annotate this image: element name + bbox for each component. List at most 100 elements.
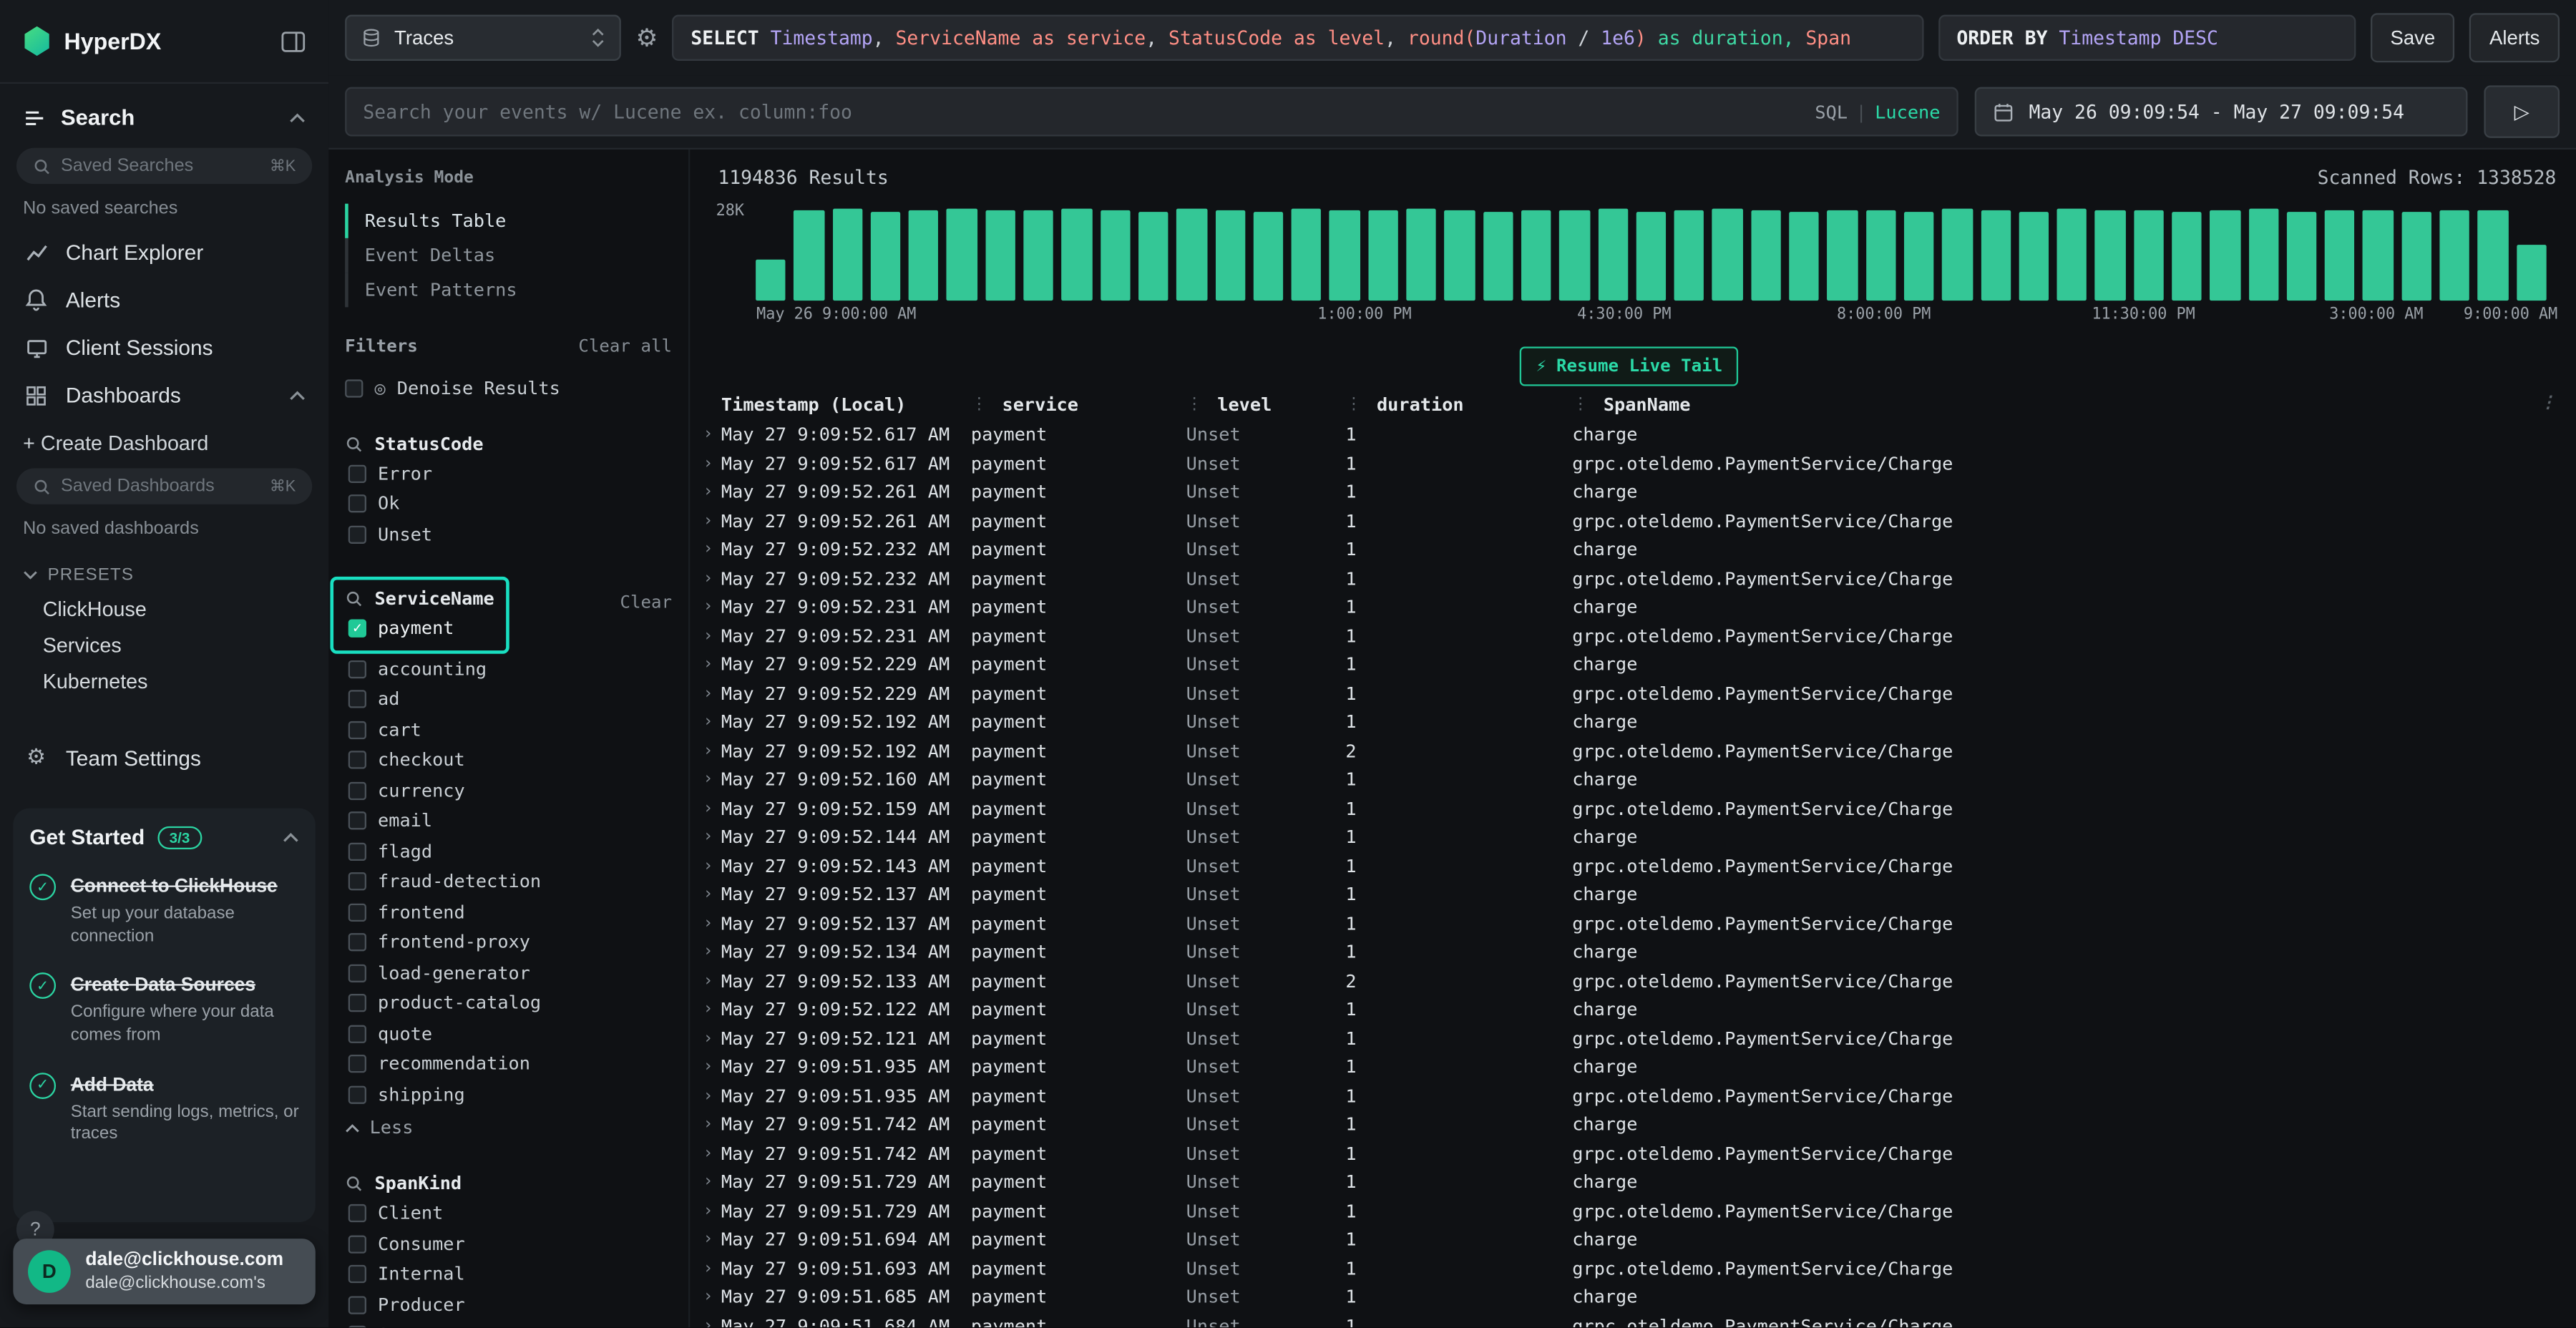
row-expand-icon[interactable]: › [698, 1001, 721, 1019]
histogram-bar[interactable] [2401, 212, 2431, 301]
run-query-button[interactable]: ▷ [2484, 85, 2560, 137]
histogram-bar[interactable] [2363, 210, 2394, 301]
column-header-level[interactable]: ⋮level [1186, 394, 1346, 416]
create-dashboard-button[interactable]: + Create Dashboard [0, 419, 328, 462]
histogram-bar[interactable] [1751, 211, 1781, 301]
row-expand-icon[interactable]: › [698, 598, 721, 616]
table-row[interactable]: ›May 27 9:09:52.143 AMpaymentUnset1grpc.… [698, 851, 2560, 880]
row-expand-icon[interactable]: › [698, 627, 721, 645]
histogram-bar[interactable] [756, 260, 786, 301]
table-row[interactable]: ›May 27 9:09:51.693 AMpaymentUnset1grpc.… [698, 1254, 2560, 1283]
preset-item-kubernetes[interactable]: Kubernetes [0, 664, 328, 700]
table-row[interactable]: ›May 27 9:09:51.729 AMpaymentUnset1grpc.… [698, 1197, 2560, 1226]
table-row[interactable]: ›May 27 9:09:52.231 AMpaymentUnset1grpc.… [698, 622, 2560, 650]
column-header-spanname[interactable]: ⋮SpanName [1572, 394, 2560, 416]
analysis-mode-event-deltas[interactable]: Event Deltas [345, 238, 672, 273]
histogram-bar[interactable] [1445, 210, 1475, 301]
filter-checkbox-item-Producer[interactable]: Producer [345, 1289, 672, 1319]
saved-dashboards-input[interactable]: Saved Dashboards ⌘K [16, 468, 312, 504]
histogram-bar[interactable] [1559, 210, 1589, 301]
histogram-bar[interactable] [2210, 210, 2240, 301]
histogram-bar[interactable] [2287, 211, 2317, 301]
source-select[interactable]: Traces [345, 15, 621, 61]
row-expand-icon[interactable]: › [698, 713, 721, 731]
clear-all-filters-button[interactable]: Clear all [578, 337, 672, 357]
row-expand-icon[interactable]: › [698, 886, 721, 904]
filter-checkbox-item-frontend-proxy[interactable]: frontend-proxy [345, 927, 672, 957]
histogram-bar[interactable] [2057, 210, 2087, 301]
table-row[interactable]: ›May 27 9:09:52.261 AMpaymentUnset1charg… [698, 478, 2560, 507]
filter-checkbox-item-payment[interactable]: ✓payment [345, 614, 494, 644]
table-row[interactable]: ›May 27 9:09:52.134 AMpaymentUnset1charg… [698, 938, 2560, 967]
saved-searches-input[interactable]: Saved Searches ⌘K [16, 148, 312, 185]
row-expand-icon[interactable]: › [698, 1317, 721, 1327]
chevron-up-icon[interactable] [289, 390, 306, 400]
histogram-bar[interactable] [1828, 210, 1858, 301]
filter-checkbox-item-Error[interactable]: Error [345, 459, 672, 489]
event-search-input[interactable]: Search your events w/ Lucene ex. column:… [345, 87, 1958, 137]
filter-checkbox-item-ad[interactable]: ad [345, 684, 672, 714]
histogram-bar[interactable] [1789, 212, 1819, 301]
preset-item-services[interactable]: Services [0, 628, 328, 664]
filter-checkbox-item-Server[interactable]: Server [345, 1320, 672, 1327]
histogram-bar[interactable] [871, 211, 901, 301]
column-header-duration[interactable]: ⋮duration [1345, 394, 1572, 416]
row-expand-icon[interactable]: › [698, 914, 721, 932]
analysis-mode-results-table[interactable]: Results Table [345, 204, 672, 238]
table-row[interactable]: ›May 27 9:09:51.684 AMpaymentUnset1grpc.… [698, 1312, 2560, 1327]
filter-checkbox-item-Ok[interactable]: Ok [345, 489, 672, 519]
row-expand-icon[interactable]: › [698, 426, 721, 444]
table-row[interactable]: ›May 27 9:09:52.192 AMpaymentUnset1charg… [698, 708, 2560, 737]
row-expand-icon[interactable]: › [698, 972, 721, 990]
histogram-bar[interactable] [909, 210, 939, 301]
alerts-button[interactable]: Alerts [2469, 13, 2560, 62]
presets-toggle[interactable]: PRESETS [0, 549, 328, 592]
histogram-bar[interactable] [1292, 209, 1322, 301]
histogram-bar[interactable] [985, 211, 1015, 301]
histogram-bar[interactable] [1598, 209, 1628, 301]
row-expand-icon[interactable]: › [698, 1087, 721, 1105]
table-row[interactable]: ›May 27 9:09:51.694 AMpaymentUnset1charg… [698, 1226, 2560, 1254]
table-row[interactable]: ›May 27 9:09:52.192 AMpaymentUnset2grpc.… [698, 737, 2560, 766]
filter-checkbox-item-load-generator[interactable]: load-generator [345, 958, 672, 988]
filter-checkbox-item-quote[interactable]: quote [345, 1018, 672, 1048]
table-row[interactable]: ›May 27 9:09:52.229 AMpaymentUnset1charg… [698, 650, 2560, 679]
filter-group-header[interactable]: ServiceName [345, 584, 494, 613]
filter-checkbox-item-Client[interactable]: Client [345, 1198, 672, 1229]
row-expand-icon[interactable]: › [698, 656, 721, 674]
table-row[interactable]: ›May 27 9:09:52.617 AMpaymentUnset1grpc.… [698, 449, 2560, 478]
histogram-bar[interactable] [1138, 212, 1169, 301]
histogram-bar[interactable] [947, 209, 977, 301]
row-expand-icon[interactable]: › [698, 1058, 721, 1076]
histogram-bar[interactable] [1406, 209, 1436, 301]
histogram-bar[interactable] [2325, 210, 2355, 301]
row-expand-icon[interactable]: › [698, 943, 721, 961]
histogram-bar[interactable] [1368, 211, 1398, 301]
column-menu-icon[interactable]: ⋮ [2540, 394, 2556, 412]
table-row[interactable]: ›May 27 9:09:52.122 AMpaymentUnset1charg… [698, 995, 2560, 1024]
table-row[interactable]: ›May 27 9:09:52.137 AMpaymentUnset1charg… [698, 881, 2560, 909]
histogram-bar[interactable] [1521, 210, 1551, 301]
row-expand-icon[interactable]: › [698, 541, 721, 559]
chevron-up-icon[interactable] [283, 832, 299, 842]
histogram-bar[interactable] [2019, 212, 2049, 301]
sidebar-item-client-sessions[interactable]: Client Sessions [0, 323, 328, 371]
sidebar-item-alerts[interactable]: Alerts [0, 276, 328, 324]
histogram-bar[interactable] [1101, 210, 1131, 301]
row-expand-icon[interactable]: › [698, 454, 721, 472]
lucene-mode-option[interactable]: Lucene [1875, 101, 1940, 122]
row-expand-icon[interactable]: › [698, 829, 721, 846]
filter-checkbox-item-checkout[interactable]: checkout [345, 745, 672, 775]
table-row[interactable]: ›May 27 9:09:52.229 AMpaymentUnset1grpc.… [698, 679, 2560, 708]
filter-checkbox-item-cart[interactable]: cart [345, 715, 672, 745]
filter-checkbox-item-Consumer[interactable]: Consumer [345, 1229, 672, 1259]
filter-checkbox-item-currency[interactable]: currency [345, 776, 672, 806]
histogram-bar[interactable] [1176, 210, 1206, 301]
row-expand-icon[interactable]: › [698, 771, 721, 788]
table-row[interactable]: ›May 27 9:09:51.935 AMpaymentUnset1charg… [698, 1053, 2560, 1082]
histogram-bar[interactable] [1712, 210, 1742, 301]
row-expand-icon[interactable]: › [698, 570, 721, 587]
filter-checkbox-item-flagd[interactable]: flagd [345, 836, 672, 866]
resume-live-tail-button[interactable]: ⚡ Resume Live Tail [1520, 346, 1739, 386]
histogram-bar[interactable] [2172, 212, 2202, 301]
